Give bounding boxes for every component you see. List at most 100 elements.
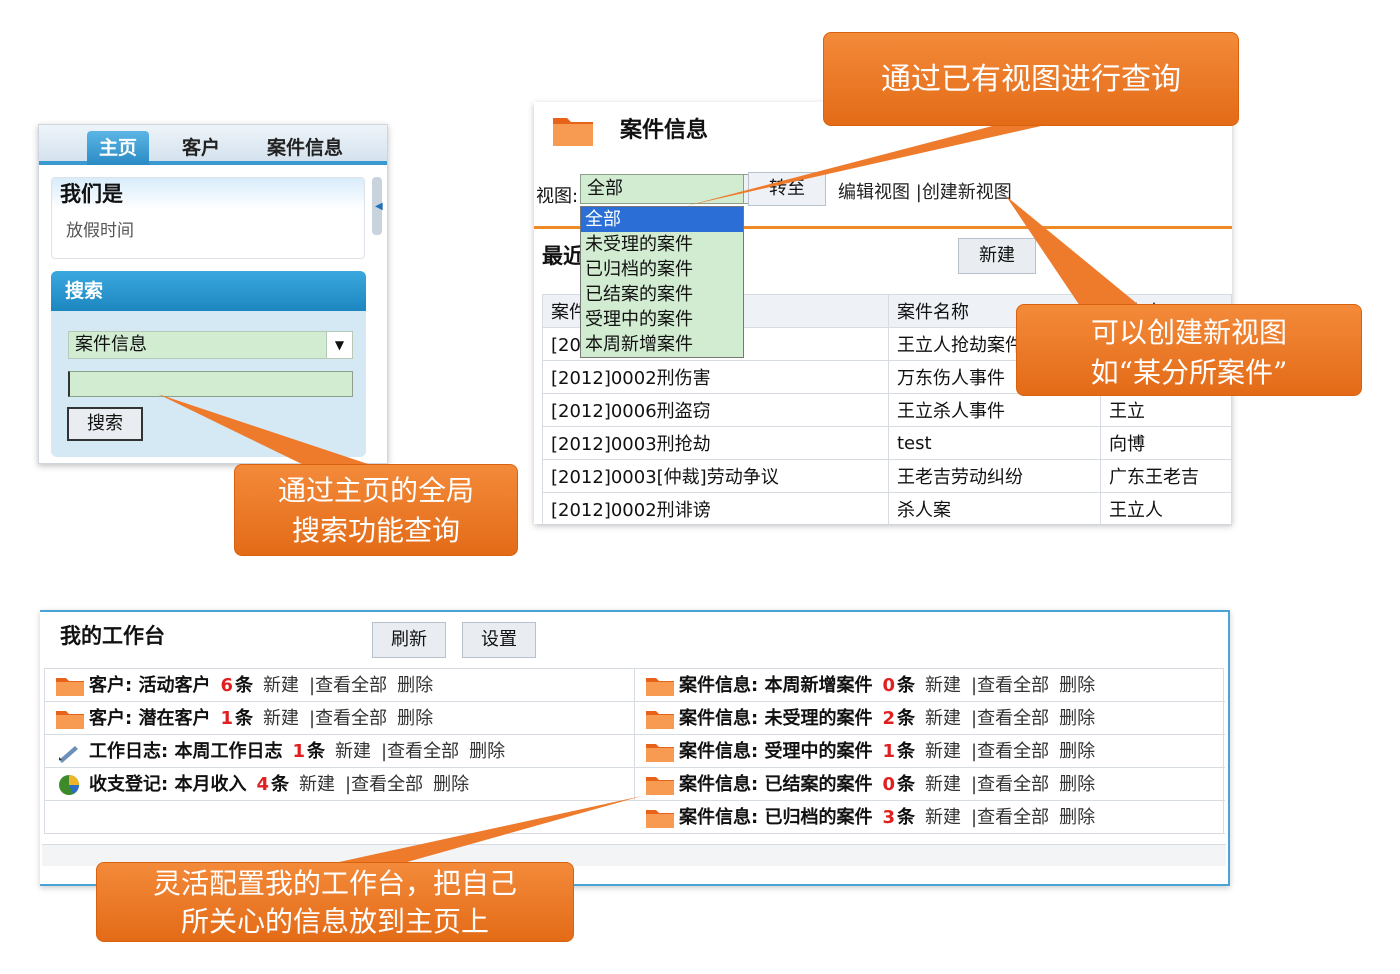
view-all-link[interactable]: |查看全部 <box>971 708 1049 729</box>
pen-icon <box>55 741 85 763</box>
collapse-arrow-icon[interactable]: ◀ <box>375 201 383 212</box>
tab-customers[interactable]: 客户 <box>169 131 233 165</box>
delete-link[interactable]: 删除 <box>469 741 505 762</box>
new-link[interactable]: 新建 <box>925 807 961 828</box>
item-unit: 条 <box>307 741 325 762</box>
edit-view-link[interactable]: 编辑视图 <box>838 182 910 203</box>
item-label[interactable]: 案件信息: 未受理的案件 <box>679 708 872 729</box>
table-row[interactable]: [2012]0003刑抢劫 test 向博 <box>542 426 1232 460</box>
chevron-down-icon[interactable]: ▼ <box>326 332 352 358</box>
item-unit: 条 <box>897 675 915 696</box>
item-unit: 条 <box>897 741 915 762</box>
table-row[interactable]: [2012]0003[仲裁]劳动争议 王老吉劳动纠纷 广东王老吉 <box>542 459 1232 493</box>
callout-text: 可以创建新视图 <box>1090 316 1287 349</box>
item-unit: 条 <box>897 774 915 795</box>
view-all-link[interactable]: |查看全部 <box>971 675 1049 696</box>
item-count: 0 <box>882 774 895 795</box>
tab-home[interactable]: 主页 <box>87 131 149 165</box>
view-all-link[interactable]: |查看全部 <box>309 675 387 696</box>
item-count: 1 <box>292 741 305 762</box>
view-select[interactable]: 全部 ▼ <box>580 174 771 204</box>
new-link[interactable]: 新建 <box>925 708 961 729</box>
item-unit: 条 <box>235 708 253 729</box>
folder-icon <box>645 741 675 763</box>
table-row[interactable]: [2012]0006刑盗窃 王立杀人事件 王立 <box>542 393 1232 427</box>
item-count: 1 <box>882 741 895 762</box>
settings-button[interactable]: 设置 <box>462 622 536 658</box>
search-button[interactable]: 搜索 <box>67 407 143 441</box>
new-link[interactable]: 新建 <box>925 741 961 762</box>
list-item: 案件信息: 未受理的案件 2 条新建 |查看全部 删除 <box>635 702 1225 735</box>
callout-text: 灵活配置我的工作台，把自己 <box>152 867 517 900</box>
case-number[interactable]: [2012]0002刑诽谤 <box>542 492 889 526</box>
delete-link[interactable]: 删除 <box>397 708 433 729</box>
folder-icon <box>553 118 593 146</box>
callout-create-view: 可以创建新视图 如“某分所案件” <box>1016 304 1362 396</box>
callout-global-search: 通过主页的全局 搜索功能查询 <box>234 464 518 556</box>
callout-text: 通过已有视图进行查询 <box>881 62 1181 97</box>
new-case-button[interactable]: 新建 <box>958 238 1036 274</box>
delete-link[interactable]: 删除 <box>1059 741 1095 762</box>
dropdown-option[interactable]: 全部 <box>581 207 743 232</box>
case-number[interactable]: [2012]0002刑伤害 <box>542 360 889 394</box>
new-link[interactable]: 新建 <box>335 741 371 762</box>
page-title: 案件信息 <box>620 118 709 143</box>
dropdown-option[interactable]: 本周新增案件 <box>581 332 743 357</box>
delete-link[interactable]: 删除 <box>1059 708 1095 729</box>
view-all-link[interactable]: |查看全部 <box>381 741 459 762</box>
dropdown-option[interactable]: 已归档的案件 <box>581 257 743 282</box>
case-number[interactable]: [2012]0003[仲裁]劳动争议 <box>542 459 889 493</box>
delete-link[interactable]: 删除 <box>1059 807 1095 828</box>
item-label[interactable]: 案件信息: 本周新增案件 <box>679 675 872 696</box>
about-text: 放假时间 <box>66 221 134 241</box>
item-count: 1 <box>220 708 233 729</box>
view-all-link[interactable]: |查看全部 <box>345 774 423 795</box>
new-link[interactable]: 新建 <box>263 675 299 696</box>
new-link[interactable]: 新建 <box>263 708 299 729</box>
about-box: 我们是 放假时间 <box>51 177 365 259</box>
search-title: 搜索 <box>51 271 366 311</box>
dropdown-option[interactable]: 已结案的案件 <box>581 282 743 307</box>
case-name: 杀人案 <box>888 492 1101 526</box>
item-label[interactable]: 工作日志: 本周工作日志 <box>89 741 282 762</box>
dropdown-option[interactable]: 受理中的案件 <box>581 307 743 332</box>
list-item: 案件信息: 已结案的案件 0 条新建 |查看全部 删除 <box>635 768 1225 801</box>
search-input[interactable] <box>68 371 353 397</box>
view-all-link[interactable]: |查看全部 <box>309 708 387 729</box>
view-all-link[interactable]: |查看全部 <box>971 807 1049 828</box>
create-view-link[interactable]: 创建新视图 <box>922 182 1012 203</box>
list-item: 案件信息: 已归档的案件 3 条新建 |查看全部 删除 <box>635 801 1225 834</box>
new-link[interactable]: 新建 <box>925 675 961 696</box>
refresh-button[interactable]: 刷新 <box>372 622 446 658</box>
case-party: 广东王老吉 <box>1100 459 1232 493</box>
list-item: 工作日志: 本周工作日志 1 条新建 |查看全部 删除 <box>45 735 634 768</box>
home-tabs: 主页 客户 案件信息 <box>39 125 387 165</box>
case-name: test <box>888 426 1101 460</box>
callout-view-query: 通过已有视图进行查询 <box>823 32 1239 126</box>
item-label[interactable]: 案件信息: 已结案的案件 <box>679 774 872 795</box>
list-item: 客户: 潜在客户 1 条新建 |查看全部 删除 <box>45 702 634 735</box>
goto-button[interactable]: 转至 <box>748 172 826 206</box>
new-link[interactable]: 新建 <box>925 774 961 795</box>
dropdown-option[interactable]: 未受理的案件 <box>581 232 743 257</box>
workbench-title: 我的工作台 <box>60 624 165 648</box>
tab-case-info[interactable]: 案件信息 <box>255 131 355 165</box>
search-scope-select[interactable]: 案件信息 ▼ <box>68 331 353 359</box>
delete-link[interactable]: 删除 <box>433 774 469 795</box>
item-label[interactable]: 客户: 潜在客户 <box>89 708 210 729</box>
callout-workbench: 灵活配置我的工作台，把自己 所关心的信息放到主页上 <box>96 862 574 942</box>
case-number[interactable]: [2012]0006刑盗窃 <box>542 393 889 427</box>
new-link[interactable]: 新建 <box>299 774 335 795</box>
view-all-link[interactable]: |查看全部 <box>971 774 1049 795</box>
item-count: 0 <box>882 675 895 696</box>
item-label[interactable]: 客户: 活动客户 <box>89 675 210 696</box>
view-all-link[interactable]: |查看全部 <box>971 741 1049 762</box>
item-label[interactable]: 收支登记: 本月收入 <box>89 774 246 795</box>
delete-link[interactable]: 删除 <box>1059 774 1095 795</box>
item-label[interactable]: 案件信息: 受理中的案件 <box>679 741 872 762</box>
item-label[interactable]: 案件信息: 已归档的案件 <box>679 807 872 828</box>
table-row[interactable]: [2012]0002刑诽谤 杀人案 王立人 <box>542 492 1232 526</box>
case-number[interactable]: [2012]0003刑抢劫 <box>542 426 889 460</box>
delete-link[interactable]: 删除 <box>397 675 433 696</box>
delete-link[interactable]: 删除 <box>1059 675 1095 696</box>
